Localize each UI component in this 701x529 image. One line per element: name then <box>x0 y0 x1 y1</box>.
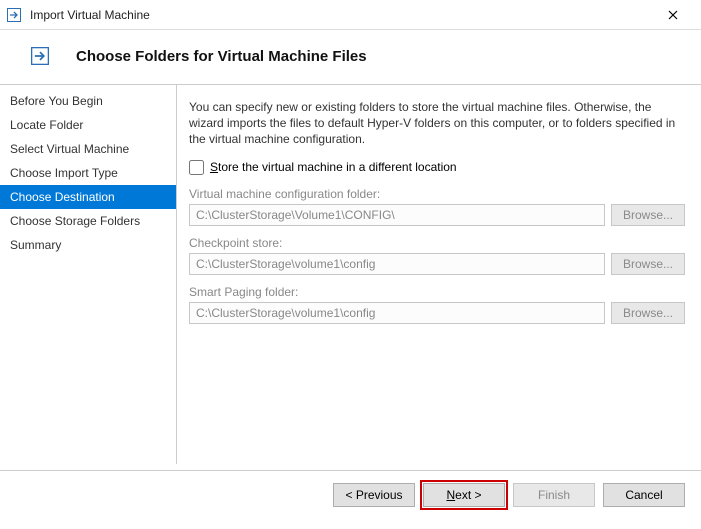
wizard-header: Choose Folders for Virtual Machine Files <box>0 30 701 84</box>
sidebar-item-summary[interactable]: Summary <box>0 233 176 257</box>
config-folder-label: Virtual machine configuration folder: <box>189 187 685 201</box>
store-different-location-label[interactable]: Store the virtual machine in a different… <box>210 160 457 174</box>
checkpoint-store-browse-button: Browse... <box>611 253 685 275</box>
finish-button: Finish <box>513 483 595 507</box>
cancel-button[interactable]: Cancel <box>603 483 685 507</box>
next-button[interactable]: Next > <box>423 483 505 507</box>
wizard-footer: < Previous Next > Finish Cancel <box>0 470 701 507</box>
arrow-right-icon <box>6 7 22 23</box>
page-title: Choose Folders for Virtual Machine Files <box>76 48 367 65</box>
config-folder-group: Virtual machine configuration folder: Br… <box>189 187 685 226</box>
window-title: Import Virtual Machine <box>30 8 653 22</box>
close-button[interactable] <box>653 0 693 30</box>
arrow-right-icon <box>28 44 52 68</box>
smart-paging-browse-button: Browse... <box>611 302 685 324</box>
close-icon <box>668 10 678 20</box>
wizard-description: You can specify new or existing folders … <box>189 99 685 148</box>
sidebar-item-select-virtual-machine[interactable]: Select Virtual Machine <box>0 137 176 161</box>
checkpoint-store-group: Checkpoint store: Browse... <box>189 236 685 275</box>
previous-button[interactable]: < Previous <box>333 483 415 507</box>
smart-paging-group: Smart Paging folder: Browse... <box>189 285 685 324</box>
checkpoint-store-label: Checkpoint store: <box>189 236 685 250</box>
titlebar: Import Virtual Machine <box>0 0 701 30</box>
sidebar-item-choose-destination[interactable]: Choose Destination <box>0 185 176 209</box>
config-folder-input <box>189 204 605 226</box>
sidebar-item-choose-import-type[interactable]: Choose Import Type <box>0 161 176 185</box>
sidebar-item-choose-storage-folders[interactable]: Choose Storage Folders <box>0 209 176 233</box>
checkpoint-store-input <box>189 253 605 275</box>
store-different-location-checkbox[interactable] <box>189 160 204 175</box>
smart-paging-label: Smart Paging folder: <box>189 285 685 299</box>
sidebar-item-before-you-begin[interactable]: Before You Begin <box>0 89 176 113</box>
config-folder-browse-button: Browse... <box>611 204 685 226</box>
store-different-location-row: Store the virtual machine in a different… <box>189 160 685 175</box>
wizard-main: You can specify new or existing folders … <box>176 85 701 464</box>
sidebar-item-locate-folder[interactable]: Locate Folder <box>0 113 176 137</box>
smart-paging-input <box>189 302 605 324</box>
wizard-sidebar: Before You Begin Locate Folder Select Vi… <box>0 85 176 464</box>
